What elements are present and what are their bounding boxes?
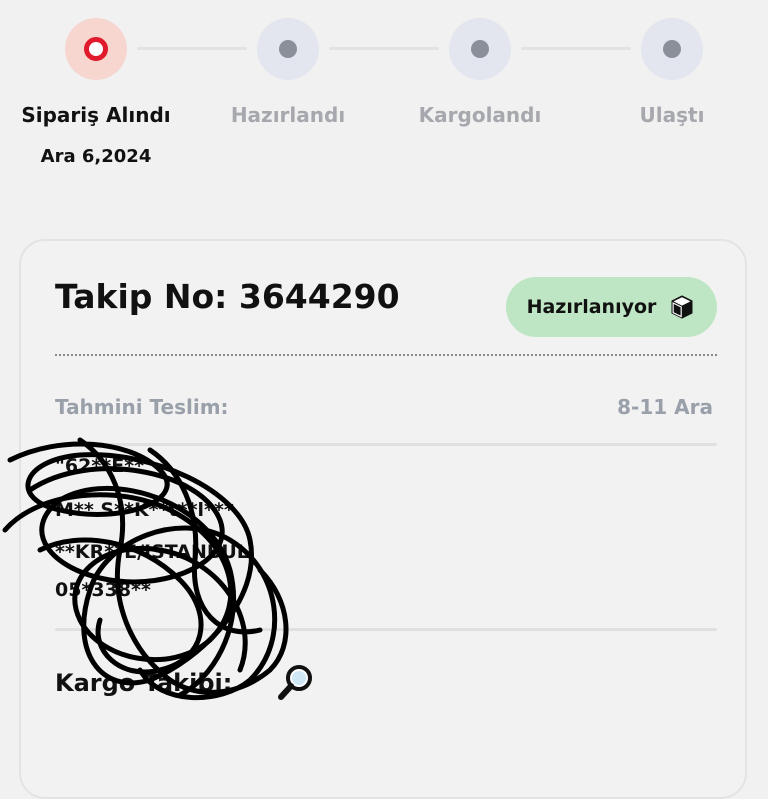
estimated-delivery-label: Tahmini Teslim:: [55, 395, 229, 419]
redaction-scribble: [2, 437, 289, 701]
active-dot-icon: [84, 37, 108, 61]
inactive-dot-icon: [279, 40, 297, 58]
order-progress-stepper: Sipariş Alındı Ara 6,2024 Hazırlandı Kar…: [0, 0, 768, 200]
step-delivered-indicator: [641, 18, 703, 80]
step-order-received-indicator: [65, 18, 127, 80]
step-prepared-indicator: [257, 18, 319, 80]
step-label-shipped: Kargolandı: [418, 103, 542, 127]
step-date-order-received: Ara 6,2024: [40, 146, 152, 167]
step-shipped-indicator: [449, 18, 511, 80]
step-label-prepared: Hazırlandı: [230, 103, 346, 127]
dotted-divider: [55, 354, 717, 356]
status-badge-label: Hazırlanıyor: [526, 296, 657, 318]
progress-line: [329, 47, 439, 50]
progress-line: [137, 47, 247, 50]
step-label-delivered: Ulaştı: [639, 103, 705, 127]
status-badge: Hazırlanıyor: [506, 277, 717, 337]
step-label-order-received: Sipariş Alındı: [21, 103, 171, 127]
inactive-dot-icon: [471, 40, 489, 58]
tracking-number-title: Takip No: 3644290: [55, 277, 400, 316]
estimated-delivery-value: 8-11 Ara: [617, 395, 713, 419]
inactive-dot-icon: [663, 40, 681, 58]
progress-line: [521, 47, 631, 50]
package-icon: [671, 295, 693, 319]
